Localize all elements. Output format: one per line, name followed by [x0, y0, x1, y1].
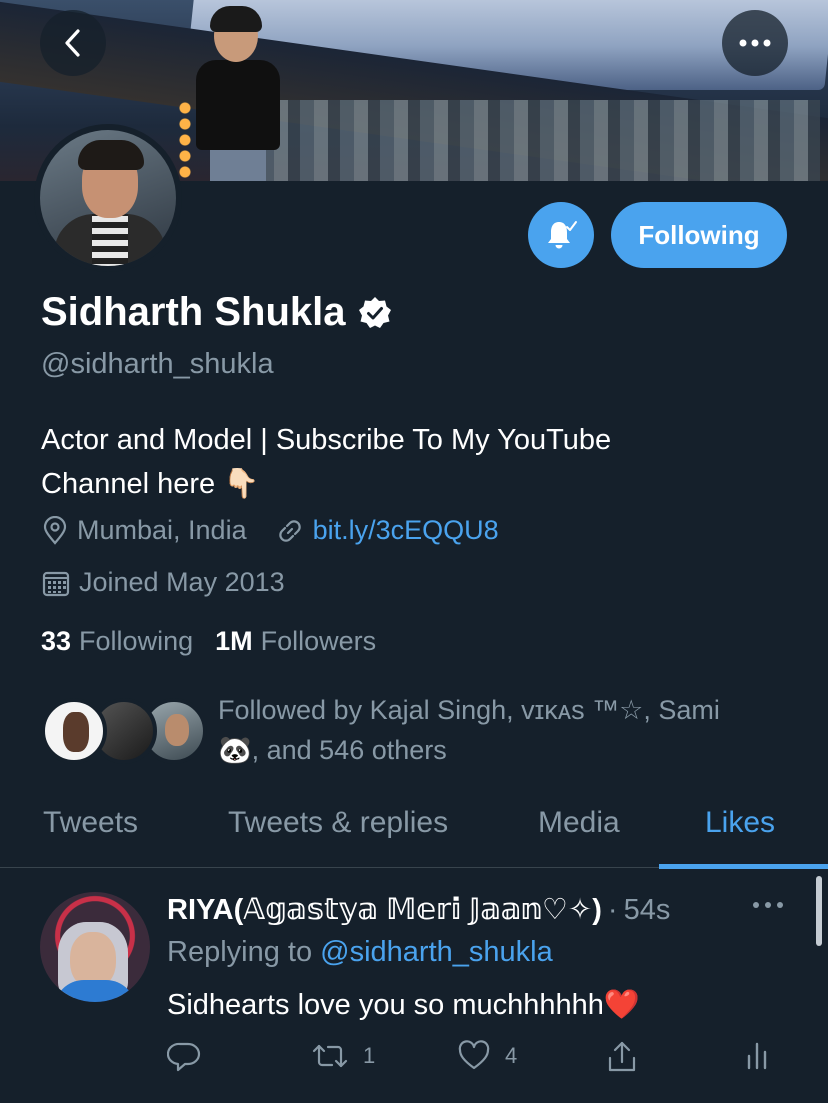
analytics-icon	[747, 1042, 767, 1070]
tab-tweets-and-replies[interactable]: Tweets & replies	[228, 806, 448, 840]
profile-tabs: Tweets Tweets & replies Media Likes	[0, 786, 828, 869]
profile-name: Sidharth Shukla	[41, 290, 346, 334]
more-options-button[interactable]	[722, 10, 788, 76]
profile-name-row: Sidharth Shukla	[41, 290, 392, 335]
profile-meta-joined: Joined May 2013	[41, 567, 285, 598]
followers-count-link[interactable]: 1M Followers	[215, 626, 376, 657]
retweet-count: 1	[363, 1043, 376, 1068]
following-count: 33	[41, 626, 72, 656]
tweet-replying-to: Replying to @sidharth_shukla	[167, 936, 553, 969]
tweet-header: RIYA(𝔸𝕘𝕒𝕤𝕥𝕪𝕒 𝕄𝕖𝕣𝕚 𝕁𝕒𝕒𝕟♡✧) · 54s	[167, 892, 670, 927]
tweet[interactable]: RIYA(𝔸𝕘𝕒𝕤𝕥𝕪𝕒 𝕄𝕖𝕣𝕚 𝕁𝕒𝕒𝕟♡✧) · 54s Replying…	[0, 870, 828, 1103]
like-button[interactable]: 4	[457, 1040, 517, 1072]
banner-person	[192, 6, 284, 181]
followed-by-line: 🐼, and 546 others	[218, 735, 447, 765]
reply-button[interactable]	[167, 1040, 215, 1072]
following-count-link[interactable]: 33 Following	[41, 626, 193, 657]
calendar-icon	[42, 571, 70, 596]
link-icon	[278, 519, 301, 542]
followers-count-label: Followers	[260, 626, 377, 656]
followed-by-line: Followed by Kajal Singh, ᴠɪᴋᴀs ™☆, Sami	[218, 695, 720, 725]
tab-tweets[interactable]: Tweets	[43, 806, 138, 840]
profile-bio: Actor and Model | Subscribe To My YouTub…	[41, 418, 801, 506]
tweet-author-avatar[interactable]	[40, 892, 150, 1002]
location-pin-icon	[43, 515, 67, 545]
tweet-actions: 1 4	[167, 1040, 787, 1080]
profile-website-link[interactable]: bit.ly/3cEQQU8	[313, 515, 499, 546]
notifications-button[interactable]	[528, 202, 594, 268]
tweet-text: Sidhearts love you so muchhhhhh❤️	[167, 989, 640, 1021]
tab-likes[interactable]: Likes	[705, 806, 775, 840]
tweet-separator: ·	[607, 894, 618, 926]
share-icon	[608, 1041, 636, 1072]
tweet-analytics-button[interactable]	[745, 1040, 783, 1070]
profile-joined-date: Joined May 2013	[79, 567, 285, 597]
profile-handle: @sidharth_shukla	[41, 348, 274, 380]
bell-check-icon	[548, 221, 577, 249]
retweet-icon	[312, 1044, 348, 1068]
follower-avatar	[41, 698, 107, 764]
profile-meta-location: Mumbai, India bit.ly/3cEQQU8	[41, 515, 499, 546]
tweet-timestamp: 54s	[623, 894, 671, 926]
like-count: 4	[505, 1043, 518, 1068]
chevron-left-icon	[65, 29, 80, 57]
profile-counts: 33 Following 1M Followers	[41, 626, 376, 657]
bio-line: Actor and Model | Subscribe To My YouTub…	[41, 424, 612, 456]
profile-avatar[interactable]	[34, 124, 182, 272]
following-button[interactable]: Following	[611, 202, 787, 268]
tweet-more-icon[interactable]	[752, 900, 784, 910]
tab-media[interactable]: Media	[538, 806, 620, 840]
banner-stage	[260, 100, 820, 181]
share-button[interactable]	[605, 1040, 653, 1074]
tweet-author-name[interactable]: RIYA(𝔸𝕘𝕒𝕤𝕥𝕪𝕒 𝕄𝕖𝕣𝕚 𝕁𝕒𝕒𝕟♡✧)	[167, 892, 602, 927]
bio-line: Channel here 👇🏻	[41, 468, 260, 500]
heart-icon	[458, 1040, 490, 1070]
followers-count: 1M	[215, 626, 253, 656]
reply-icon	[167, 1042, 201, 1072]
more-horizontal-icon	[739, 39, 771, 47]
followed-by-text: Followed by Kajal Singh, ᴠɪᴋᴀs ™☆, Sami …	[218, 690, 798, 770]
replying-to-label: Replying to	[167, 936, 313, 968]
retweet-button[interactable]: 1	[311, 1040, 375, 1072]
following-count-label: Following	[79, 626, 194, 656]
active-tab-indicator	[659, 864, 828, 869]
back-button[interactable]	[40, 10, 106, 76]
scrollbar[interactable]	[816, 876, 822, 946]
replying-to-mention[interactable]: @sidharth_shukla	[320, 936, 553, 968]
followed-by-section[interactable]: Followed by Kajal Singh, ᴠɪᴋᴀs ™☆, Sami …	[41, 690, 801, 770]
profile-location: Mumbai, India	[77, 515, 247, 545]
verified-badge-icon	[358, 296, 391, 328]
